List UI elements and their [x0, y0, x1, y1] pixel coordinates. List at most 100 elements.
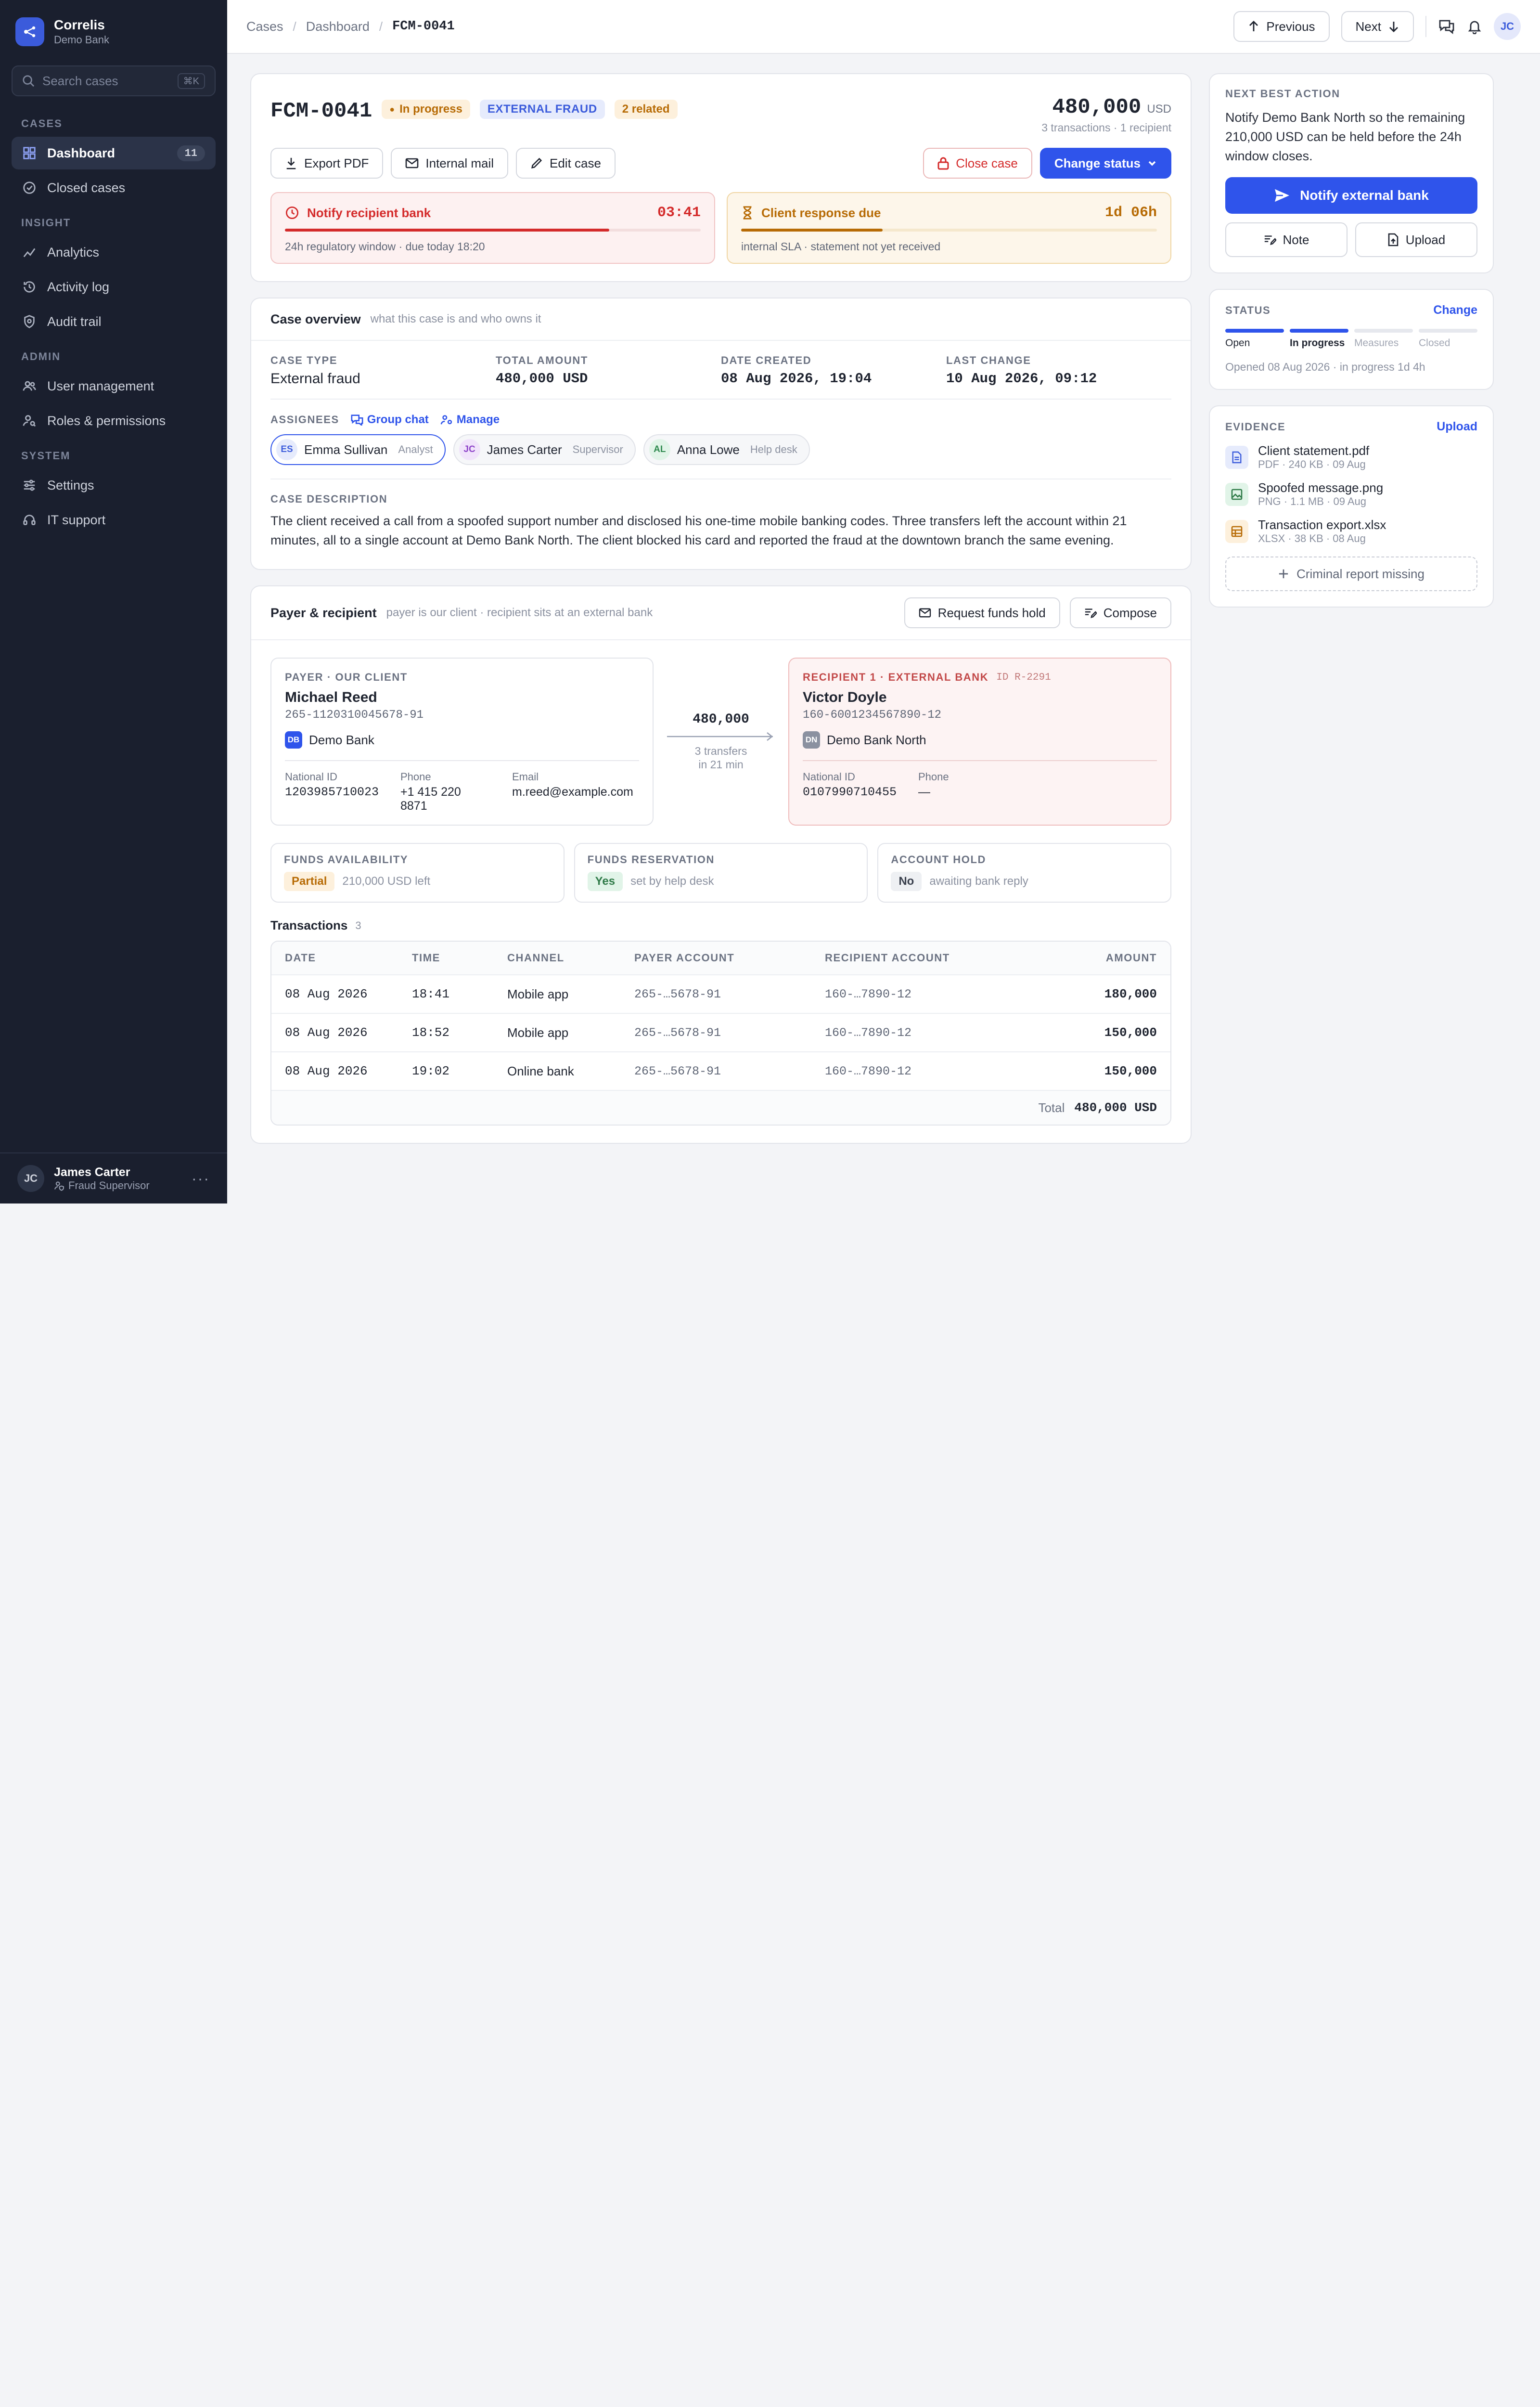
note-label: Note: [1283, 232, 1309, 247]
internal-mail-label: Internal mail: [425, 155, 494, 170]
flow-amount: 480,000: [693, 712, 749, 727]
sidebar-item-user-management[interactable]: User management: [12, 370, 216, 402]
assignees-label: ASSIGNEES: [270, 414, 339, 426]
transactions-count: 3: [355, 919, 361, 932]
group-chat-label: Group chat: [367, 413, 429, 426]
next-best-action-text: Notify Demo Bank North so the remaining …: [1225, 110, 1465, 163]
upload-button[interactable]: Upload: [1355, 222, 1477, 257]
payer-name: Michael Reed: [285, 689, 377, 705]
change-status-button[interactable]: Change status: [1040, 148, 1171, 179]
notify-external-bank-button[interactable]: Notify external bank: [1225, 177, 1477, 214]
sidebar-item-audit-trail[interactable]: Audit trail: [12, 305, 216, 338]
pdf-file-icon: [1225, 445, 1248, 469]
evidence-item[interactable]: Client statement.pdf PDF · 240 KB · 09 Au…: [1225, 443, 1477, 471]
tx-date: 08 Aug 2026: [285, 1064, 368, 1078]
sidebar-item-it-support[interactable]: IT support: [12, 504, 216, 536]
case-type-badge: EXTERNAL FRAUD: [479, 100, 605, 119]
close-case-button[interactable]: Close case: [923, 148, 1032, 179]
status-badge: ● In progress: [382, 100, 470, 119]
more-icon[interactable]: ···: [192, 1170, 210, 1188]
account-hold: ACCOUNT HOLD No awaiting bank reply: [877, 843, 1172, 903]
recipient-card: RECIPIENT 1 · EXTERNAL BANK ID R-2291 Vi…: [788, 658, 1171, 826]
current-user[interactable]: JC James Carter Fraud Supervisor ···: [0, 1152, 227, 1204]
recipient-ref: ID R-2291: [996, 672, 1051, 683]
file-name: Spoofed message.png: [1258, 480, 1384, 495]
payer-email: m.reed@example.com: [512, 785, 633, 799]
avatar: AL: [649, 439, 670, 460]
tx-time: 18:52: [412, 1025, 450, 1040]
sidebar-item-label: Settings: [47, 478, 94, 492]
step-bar: [1354, 329, 1413, 333]
bank-logo-icon: DN: [803, 731, 820, 749]
sidebar-item-roles[interactable]: Roles & permissions: [12, 404, 216, 437]
assignee-list: ES Emma Sullivan Analyst JC James Carter…: [251, 430, 1191, 479]
assignee-chip[interactable]: JC James Carter Supervisor: [453, 434, 636, 465]
divider: [1425, 16, 1426, 37]
bell-icon[interactable]: [1467, 19, 1482, 34]
export-pdf-label: Export PDF: [304, 155, 369, 170]
status-step: Closed: [1419, 329, 1477, 349]
step-bar: [1290, 329, 1348, 333]
brand-logo-icon: [15, 17, 44, 46]
assignee-chip[interactable]: ES Emma Sullivan Analyst: [270, 434, 446, 465]
related-cases-badge[interactable]: 2 related: [614, 100, 678, 119]
avatar[interactable]: JC: [1494, 13, 1521, 40]
chat-icon[interactable]: [1438, 18, 1455, 35]
upload-evidence-link[interactable]: Upload: [1437, 420, 1477, 434]
recipient-account: 160-6001234567890-12: [803, 709, 942, 722]
case-type-value: External fraud: [270, 371, 360, 387]
sidebar-item-closed-cases[interactable]: Closed cases: [12, 171, 216, 204]
compose-button[interactable]: Compose: [1069, 597, 1171, 628]
table-row[interactable]: 08 Aug 2026 19:02 Online bank 265-…5678-…: [271, 1051, 1170, 1090]
avatar: JC: [17, 1165, 44, 1192]
sla-notify-recipient: Notify recipient bank 03:41 24h regulato…: [270, 192, 715, 264]
right-column: NEXT BEST ACTION Notify Demo Bank North …: [1209, 73, 1494, 1144]
sla-title: Notify recipient bank: [307, 205, 431, 220]
sidebar: Correlis Demo Bank Search cases ⌘K CASES…: [0, 0, 227, 1204]
search-icon: [23, 75, 35, 87]
case-actions: Export PDF Internal mail Edit case Close…: [270, 148, 1171, 179]
breadcrumb-separator: /: [379, 19, 383, 34]
sla-client-response: Client response due 1d 06h internal SLA …: [727, 192, 1171, 264]
sidebar-item-analytics[interactable]: Analytics: [12, 236, 216, 269]
notify-button-label: Notify external bank: [1300, 188, 1429, 203]
evidence-item[interactable]: Transaction export.xlsx XLSX · 38 KB · 08…: [1225, 518, 1477, 545]
next-case-button[interactable]: Next: [1341, 11, 1414, 42]
fact-label: LAST CHANGE: [946, 354, 1031, 366]
sidebar-item-activity-log[interactable]: Activity log: [12, 271, 216, 303]
step-bar: [1419, 329, 1477, 333]
edit-case-label: Edit case: [550, 155, 601, 170]
previous-case-button[interactable]: Previous: [1233, 11, 1330, 42]
sla-subtitle: 24h regulatory window · due today 18:20: [285, 240, 485, 253]
export-pdf-button[interactable]: Export PDF: [270, 148, 384, 179]
search-input[interactable]: Search cases ⌘K: [12, 65, 216, 96]
change-status-link[interactable]: Change: [1433, 303, 1477, 317]
assignee-chip[interactable]: AL Anna Lowe Help desk: [643, 434, 810, 465]
table-row[interactable]: 08 Aug 2026 18:41 Mobile app 265-…5678-9…: [271, 974, 1170, 1013]
sla-subtitle: internal SLA · statement not yet receive…: [741, 240, 941, 253]
funds-reservation: FUNDS RESERVATION Yes set by help desk: [574, 843, 868, 903]
internal-mail-button[interactable]: Internal mail: [391, 148, 508, 179]
sidebar-item-settings[interactable]: Settings: [12, 469, 216, 502]
evidence-item[interactable]: Spoofed message.png PNG · 1.1 MB · 09 Aug: [1225, 480, 1477, 508]
table-row[interactable]: 08 Aug 2026 18:52 Mobile app 265-…5678-9…: [271, 1013, 1170, 1051]
breadcrumb-cases[interactable]: Cases: [246, 19, 283, 34]
request-funds-hold-button[interactable]: Request funds hold: [904, 597, 1060, 628]
section-title: Payer & recipient: [270, 605, 377, 620]
edit-case-button[interactable]: Edit case: [516, 148, 616, 179]
chevron-down-icon: [1148, 161, 1156, 166]
manage-assignees-link[interactable]: Manage: [440, 413, 500, 427]
sidebar-item-dashboard[interactable]: Dashboard 11: [12, 137, 216, 169]
stat-label: ACCOUNT HOLD: [891, 854, 986, 866]
breadcrumb-dashboard[interactable]: Dashboard: [306, 19, 370, 34]
brand: Correlis Demo Bank: [0, 0, 227, 58]
add-note-button[interactable]: Note: [1225, 222, 1348, 257]
sla-progress-fill: [285, 229, 609, 232]
group-chat-link[interactable]: Group chat: [351, 413, 429, 427]
sidebar-item-label: User management: [47, 378, 154, 393]
column-header: RECIPIENT ACCOUNT: [825, 952, 950, 964]
tx-channel: Mobile app: [507, 986, 569, 1001]
step-label: In progress: [1290, 337, 1345, 349]
card-label: EVIDENCE: [1225, 420, 1286, 433]
add-missing-evidence-button[interactable]: Criminal report missing: [1225, 556, 1477, 591]
